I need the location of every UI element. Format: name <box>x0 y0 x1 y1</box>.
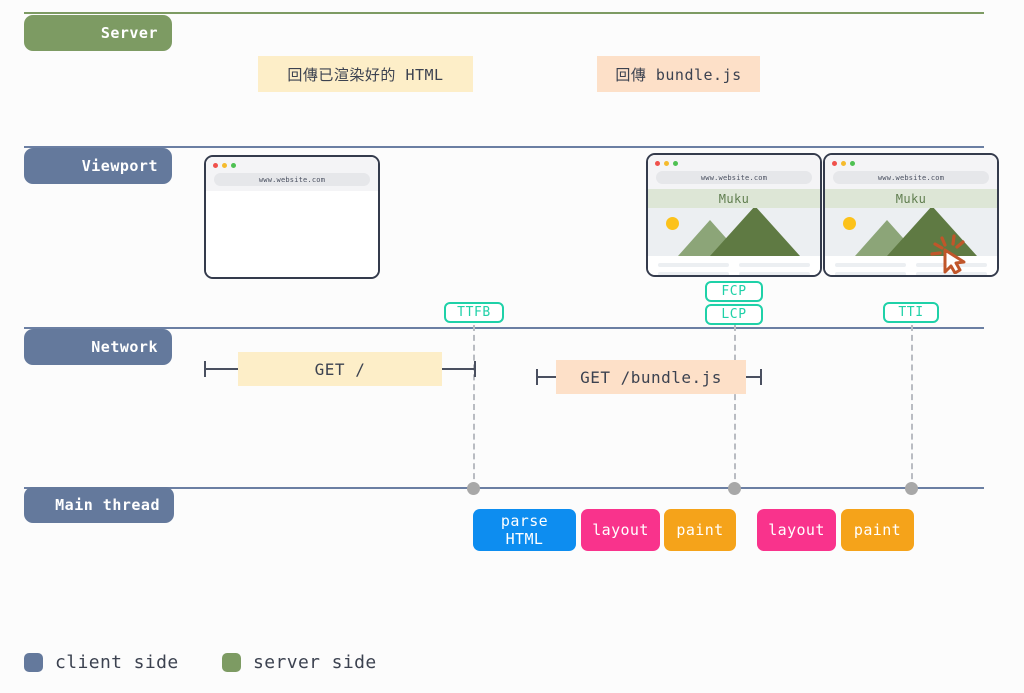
content-line <box>658 272 729 275</box>
metric-badge-tti: TTI <box>883 302 939 323</box>
hero-illustration <box>648 208 820 256</box>
guide-line-tti <box>911 325 913 489</box>
browser-viewport-interactive: Muku <box>825 189 997 275</box>
task-label-line1: paint <box>853 520 902 539</box>
browser-chrome-blank <box>206 157 378 173</box>
main-thread-node-tti <box>905 482 918 495</box>
browser-url-rendered[interactable]: www.website.com <box>656 171 812 184</box>
content-line <box>739 272 810 275</box>
traffic-light-zoom-icon <box>673 160 678 166</box>
traffic-light-zoom-icon <box>850 160 855 166</box>
browser-urlbar-blank: www.website.com <box>206 173 378 191</box>
server-message-html-text: 回傳已渲染好的 HTML <box>287 65 444 84</box>
mountain-front-shape <box>887 208 977 256</box>
legend-server-side: server side <box>222 652 377 673</box>
row-label-main-thread-text: Main thread <box>55 496 160 514</box>
content-line <box>835 263 906 267</box>
network-timeline-rule <box>24 327 984 329</box>
traffic-light-minimize-icon <box>222 162 227 168</box>
task-label-line1: layout <box>768 520 825 539</box>
content-line <box>916 272 987 275</box>
site-brand-title: Muku <box>648 189 820 208</box>
legend-label-client: client side <box>55 652 179 673</box>
traffic-light-minimize-icon <box>841 160 846 166</box>
row-label-network-text: Network <box>91 338 158 356</box>
site-brand-title: Muku <box>825 189 997 208</box>
content-column-right <box>739 263 810 275</box>
legend-swatch-server <box>222 653 241 672</box>
metric-badge-fcp-text: FCP <box>721 284 747 299</box>
row-label-server: Server <box>24 15 172 51</box>
task-label-line1: layout <box>592 520 649 539</box>
metric-badge-lcp: LCP <box>705 304 763 325</box>
task-label-line1: parse <box>500 511 549 530</box>
guide-line-ttfb <box>473 325 475 489</box>
content-column-left <box>658 263 729 275</box>
row-label-main-thread: Main thread <box>24 487 174 523</box>
main-thread-task-paint-2: paint <box>841 509 914 551</box>
content-placeholder-rows <box>825 256 997 275</box>
metric-badge-tti-text: TTI <box>898 305 924 320</box>
mountain-front-shape <box>710 208 800 256</box>
legend-label-server: server side <box>253 652 377 673</box>
main-thread-task-layout-1: layout <box>581 509 660 551</box>
row-label-network: Network <box>24 329 172 365</box>
guide-line-fcp-lcp <box>734 325 736 489</box>
browser-url-blank[interactable]: www.website.com <box>214 173 370 186</box>
content-line <box>916 263 987 267</box>
whisker-cap-end <box>760 369 762 385</box>
browser-chrome-interactive <box>825 155 997 171</box>
browser-urlbar-rendered: www.website.com <box>648 171 820 189</box>
hero-illustration <box>825 208 997 256</box>
row-label-viewport-text: Viewport <box>81 157 158 175</box>
metric-badge-lcp-text: LCP <box>721 307 747 322</box>
browser-chrome-rendered <box>648 155 820 171</box>
server-timeline-rule <box>24 12 984 14</box>
viewport-timeline-rule <box>24 146 984 148</box>
network-request-get-bundle: GET /bundle.js <box>556 360 746 394</box>
content-line <box>658 263 729 267</box>
browser-viewport-blank <box>206 191 378 277</box>
network-request-get-root-label: GET / <box>314 359 366 379</box>
metric-badge-fcp: FCP <box>705 281 763 302</box>
server-message-html: 回傳已渲染好的 HTML <box>258 56 473 92</box>
content-placeholder-rows <box>648 256 820 275</box>
traffic-light-close-icon <box>832 160 837 166</box>
server-message-bundle: 回傳 bundle.js <box>597 56 760 92</box>
traffic-light-close-icon <box>213 162 218 168</box>
browser-window-blank: www.website.com <box>204 155 380 279</box>
main-thread-task-parse-html: parse HTML <box>473 509 576 551</box>
network-request-get-bundle-label: GET /bundle.js <box>580 367 722 387</box>
traffic-light-zoom-icon <box>231 162 236 168</box>
browser-window-interactive: www.website.com Muku <box>823 153 999 277</box>
diagram-canvas: Server Viewport Network Main thread 回傳已渲… <box>0 0 1024 693</box>
main-thread-task-paint-1: paint <box>664 509 736 551</box>
browser-viewport-rendered: Muku <box>648 189 820 275</box>
main-thread-node-ttfb <box>467 482 480 495</box>
metric-badge-ttfb: TTFB <box>444 302 504 323</box>
browser-urlbar-interactive: www.website.com <box>825 171 997 189</box>
server-message-bundle-text: 回傳 bundle.js <box>615 65 742 84</box>
main-thread-task-layout-2: layout <box>757 509 836 551</box>
whisker-stem-end <box>440 368 476 370</box>
traffic-light-close-icon <box>655 160 660 166</box>
row-label-viewport: Viewport <box>24 148 172 184</box>
task-label-line2: HTML <box>505 530 544 548</box>
browser-url-interactive[interactable]: www.website.com <box>833 171 989 184</box>
legend-client-side: client side <box>24 652 179 673</box>
content-column-right <box>916 263 987 275</box>
content-line <box>739 263 810 267</box>
traffic-light-minimize-icon <box>664 160 669 166</box>
browser-window-rendered: www.website.com Muku <box>646 153 822 277</box>
network-request-get-root: GET / <box>238 352 442 386</box>
whisker-cap-end <box>474 361 476 377</box>
whisker-stem-start <box>204 368 240 370</box>
legend-swatch-client <box>24 653 43 672</box>
main-thread-node-fcp-lcp <box>728 482 741 495</box>
metric-badge-ttfb-text: TTFB <box>457 305 491 320</box>
task-label-line1: paint <box>676 520 724 539</box>
row-label-server-text: Server <box>100 24 158 42</box>
content-column-left <box>835 263 906 275</box>
content-line <box>835 272 906 275</box>
